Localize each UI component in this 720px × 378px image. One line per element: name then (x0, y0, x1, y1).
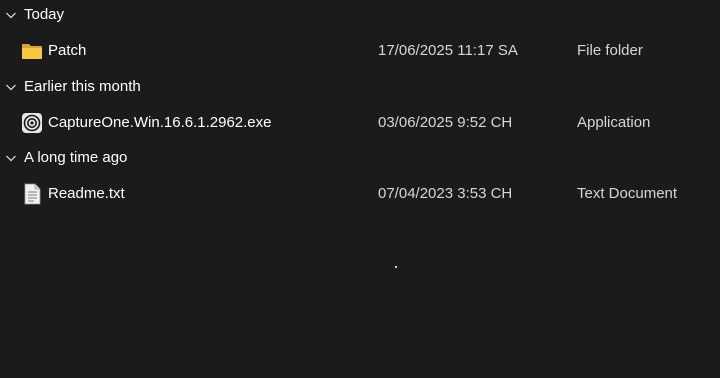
file-row-patch[interactable]: Patch 17/06/2025 11:17 SA File folder (0, 34, 720, 68)
capture-one-app-icon (22, 113, 42, 133)
file-type: File folder (577, 42, 643, 59)
file-name[interactable]: Patch (48, 41, 86, 61)
group-header-a-long-time-ago[interactable]: A long time ago (0, 143, 720, 173)
file-name[interactable]: CaptureOne.Win.16.6.1.2962.exe (48, 113, 271, 133)
file-name[interactable]: Readme.txt (48, 184, 125, 204)
file-row-readme-txt[interactable]: Readme.txt 07/04/2023 3:53 CH Text Docum… (0, 177, 720, 211)
file-type: Application (577, 114, 651, 131)
group-label: A long time ago (24, 149, 128, 166)
file-row-captureone-exe[interactable]: CaptureOne.Win.16.6.1.2962.exe 03/06/202… (0, 106, 720, 140)
text-document-icon (24, 183, 41, 205)
mouse-cursor-dot (395, 266, 397, 268)
folder-icon (22, 44, 42, 59)
group-header-earlier-this-month[interactable]: Earlier this month (0, 72, 720, 102)
group-label: Earlier this month (24, 78, 141, 95)
file-type: Text Document (577, 185, 678, 202)
chevron-down-icon[interactable] (5, 152, 17, 164)
group-header-today[interactable]: Today (0, 0, 720, 30)
file-list: Today Patch 17/06/2025 11:17 SA File fol… (0, 0, 720, 378)
file-date-modified: 17/06/2025 11:17 SA (378, 42, 518, 59)
chevron-down-icon[interactable] (5, 9, 17, 21)
group-label: Today (24, 6, 65, 23)
chevron-down-icon[interactable] (5, 81, 17, 93)
file-date-modified: 07/04/2023 3:53 CH (378, 185, 513, 202)
file-date-modified: 03/06/2025 9:52 CH (378, 114, 513, 131)
